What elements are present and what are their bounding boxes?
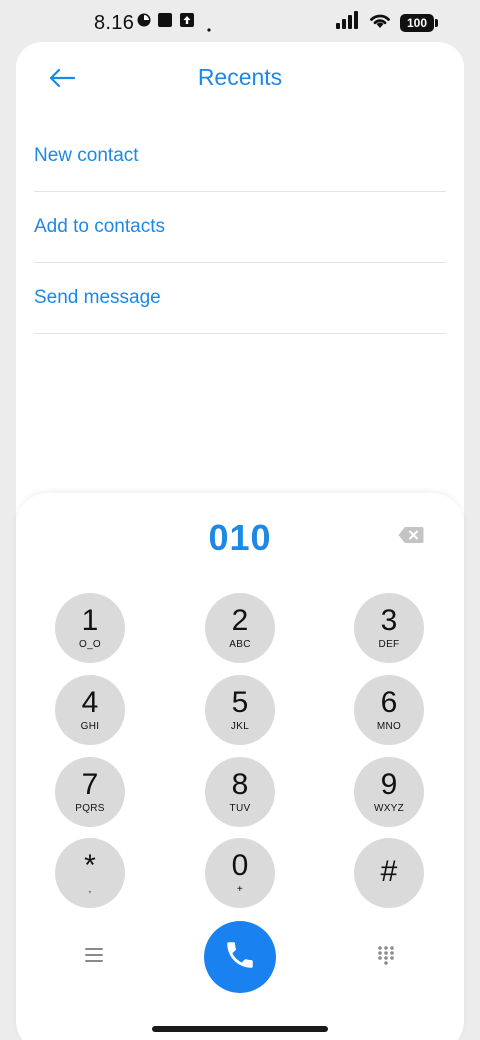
phone-icon [223, 938, 257, 977]
key-letters: DEF [378, 639, 400, 650]
key-0[interactable]: 0 + [205, 838, 275, 908]
key-digit: 3 [380, 604, 398, 637]
key-letters: O_O [78, 639, 102, 650]
key-letters: TUV [229, 803, 251, 814]
key-digit: 4 [81, 686, 99, 719]
key-letters: MNO [376, 721, 402, 732]
key-digit: * [84, 849, 96, 882]
key-digit: 5 [231, 686, 249, 719]
send-message-item[interactable]: Send message [34, 263, 446, 334]
key-letters: PQRS [75, 803, 105, 814]
dialer-action-row [16, 921, 464, 993]
wifi-icon [368, 11, 392, 34]
battery-icon: 100 [400, 13, 438, 32]
screen: 8.16 100 Recents New contact Add to cont… [0, 0, 480, 1040]
backspace-icon [398, 526, 424, 549]
key-5[interactable]: 5 JKL [205, 675, 275, 745]
key-digit: 8 [231, 768, 249, 801]
key-letters: , [88, 884, 92, 895]
pie-chart-icon [137, 13, 151, 32]
upload-notification-icon [180, 13, 194, 32]
new-contact-item[interactable]: New contact [34, 121, 446, 192]
key-letters: JKL [230, 721, 250, 732]
dot-icon [207, 19, 211, 37]
home-indicator[interactable] [152, 1026, 328, 1032]
key-6[interactable]: 6 MNO [354, 675, 424, 745]
signal-icon [336, 11, 360, 34]
key-letters: ABC [229, 639, 251, 650]
key-letters: GHI [80, 721, 100, 732]
dialer-panel: 010 1 O_O 2 ABC 3 DEF 4 GHI 5 JKL 6 MNO … [16, 493, 464, 1040]
hamburger-icon [84, 947, 104, 968]
key-digit: 0 [231, 849, 249, 882]
key-digit: 9 [380, 768, 398, 801]
key-hash[interactable]: # [354, 838, 424, 908]
status-right-group: 100 [336, 11, 438, 34]
status-time: 8.16 [94, 12, 135, 34]
key-digit: 6 [380, 686, 398, 719]
key-8[interactable]: 8 TUV [205, 757, 275, 827]
dialpad-icon [377, 945, 395, 970]
menu-button[interactable] [82, 945, 106, 969]
key-3[interactable]: 3 DEF [354, 593, 424, 663]
key-digit: 7 [81, 768, 99, 801]
key-4[interactable]: 4 GHI [55, 675, 125, 745]
key-digit: 1 [81, 604, 99, 637]
key-star[interactable]: * , [55, 838, 125, 908]
square-notification-icon [158, 13, 172, 32]
backspace-button[interactable] [396, 525, 426, 549]
key-digit: 2 [231, 604, 249, 637]
status-bar: 8.16 100 [0, 0, 480, 44]
key-9[interactable]: 9 WXYZ [354, 757, 424, 827]
key-2[interactable]: 2 ABC [205, 593, 275, 663]
call-button[interactable] [204, 921, 276, 993]
add-to-contacts-item[interactable]: Add to contacts [34, 192, 446, 263]
key-letters: WXYZ [373, 803, 405, 814]
key-1[interactable]: 1 O_O [55, 593, 125, 663]
page-title: Recents [197, 64, 283, 90]
dialpad-toggle-button[interactable] [374, 945, 398, 969]
key-digit: # [380, 854, 398, 888]
menu-list: New contact Add to contacts Send message [34, 121, 446, 334]
key-7[interactable]: 7 PQRS [55, 757, 125, 827]
key-letters: + [236, 884, 244, 895]
